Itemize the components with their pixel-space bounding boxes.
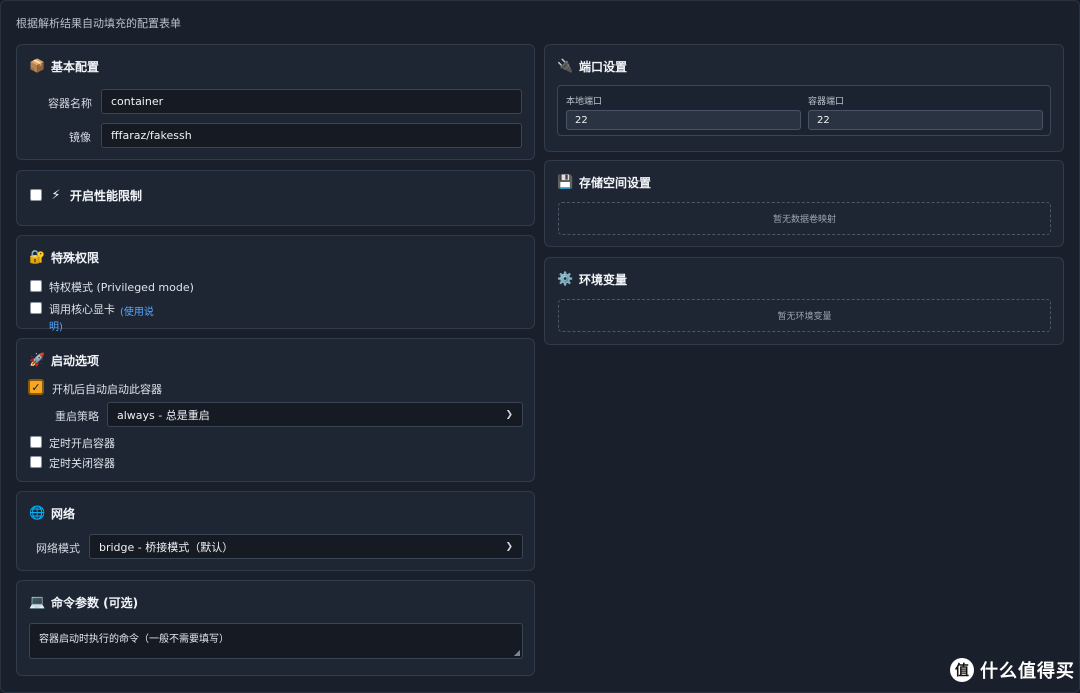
port-mapping-row: 本地端口 22 容器端口 22: [557, 85, 1051, 136]
autostart-checkbox[interactable]: ✓: [28, 379, 44, 395]
laptop-icon: 💻: [29, 595, 46, 610]
local-port-label: 本地端口: [566, 97, 603, 107]
env-card: ⚙️ 环境变量 暂无环境变量: [544, 257, 1064, 345]
network-title: 🌐 网络: [29, 506, 76, 521]
privilege-card: 🔐 特殊权限 特权模式 (Privileged mode) 调用核心显卡 (使用…: [16, 235, 535, 333]
rocket-icon: 🚀: [29, 353, 46, 368]
lightning-icon: ⚡: [51, 188, 61, 203]
ports-card: 🔌 端口设置 本地端口 22 容器端口 22: [544, 44, 1064, 152]
network-mode-value: bridge - 桥接模式（默认）: [99, 540, 234, 554]
brand-watermark: 值 什么值得买: [950, 657, 1075, 683]
env-title: ⚙️ 环境变量: [557, 272, 628, 287]
storage-empty-state: 暂无数据卷映射: [558, 202, 1051, 235]
checkmark-icon: ✓: [31, 380, 41, 394]
restart-policy-select[interactable]: always - 总是重启 ❯: [107, 402, 523, 427]
command-textarea[interactable]: 容器启动时执行的命令（一般不需要填写） ◢: [29, 623, 523, 659]
gpu-checkbox[interactable]: [30, 302, 42, 314]
storage-card: 💾 存储空间设置 暂无数据卷映射: [544, 160, 1064, 247]
gear-icon: ⚙️: [557, 272, 574, 287]
perf-limit-card: ⚡ 开启性能限制: [16, 170, 535, 226]
timed-start-label: 定时开启容器: [49, 437, 115, 450]
autostart-label: 开机后自动启动此容器: [52, 383, 162, 396]
storage-title: 💾 存储空间设置: [557, 175, 652, 190]
floppy-disk-icon: 💾: [557, 175, 574, 190]
startup-title: 🚀 启动选项: [29, 353, 100, 368]
chevron-down-icon: ❯: [505, 409, 513, 420]
container-name-label: 容器名称: [48, 97, 92, 110]
ports-title: 🔌 端口设置: [557, 59, 628, 74]
plug-icon: 🔌: [557, 59, 574, 74]
basic-config-card: 📦 基本配置 容器名称 container 镜像 fffaraz/fakessh: [16, 44, 535, 160]
network-card: 🌐 网络 网络模式 bridge - 桥接模式（默认） ❯: [16, 491, 535, 571]
lock-icon: 🔐: [29, 250, 46, 265]
restart-policy-label: 重启策略: [55, 410, 99, 423]
perf-limit-checkbox[interactable]: [30, 189, 42, 201]
timed-start-checkbox[interactable]: [30, 436, 42, 448]
restart-policy-value: always - 总是重启: [117, 408, 210, 422]
env-empty-state: 暂无环境变量: [558, 299, 1051, 332]
image-input[interactable]: fffaraz/fakessh: [101, 123, 522, 148]
brand-text: 什么值得买: [980, 661, 1075, 682]
local-port-input[interactable]: 22: [566, 110, 801, 130]
startup-card: 🚀 启动选项 ✓ 开机后自动启动此容器 重启策略 always - 总是重启 ❯…: [16, 338, 535, 482]
container-name-input[interactable]: container: [101, 89, 522, 114]
container-port-label: 容器端口: [808, 97, 845, 107]
command-placeholder: 容器启动时执行的命令（一般不需要填写）: [39, 634, 229, 645]
brand-logo-icon: 值: [950, 658, 974, 682]
resize-handle-icon[interactable]: ◢: [514, 648, 520, 657]
timed-stop-label: 定时关闭容器: [49, 457, 115, 470]
network-mode-select[interactable]: bridge - 桥接模式（默认） ❯: [89, 534, 523, 559]
perf-limit-title[interactable]: ⚡ 开启性能限制: [48, 187, 142, 204]
image-label: 镜像: [69, 131, 91, 144]
container-port-input[interactable]: 22: [808, 110, 1043, 130]
form-hint: 根据解析结果自动填充的配置表单: [16, 17, 181, 30]
command-card: 💻 命令参数 (可选) 容器启动时执行的命令（一般不需要填写） ◢: [16, 580, 535, 676]
package-icon: 📦: [29, 59, 46, 74]
chevron-down-icon: ❯: [505, 541, 513, 552]
network-mode-label: 网络模式: [36, 542, 80, 555]
basic-config-title: 📦 基本配置: [29, 59, 100, 74]
privileged-checkbox[interactable]: [30, 280, 42, 292]
gpu-help-link[interactable]: (使用说: [120, 303, 154, 318]
globe-icon: 🌐: [29, 506, 46, 521]
gpu-label: 调用核心显卡: [49, 303, 115, 316]
gpu-help-link-cont[interactable]: 明): [49, 318, 63, 333]
command-title: 💻 命令参数 (可选): [29, 595, 139, 610]
privileged-label: 特权模式 (Privileged mode): [49, 281, 194, 294]
timed-stop-checkbox[interactable]: [30, 456, 42, 468]
privilege-title: 🔐 特殊权限: [29, 250, 100, 265]
